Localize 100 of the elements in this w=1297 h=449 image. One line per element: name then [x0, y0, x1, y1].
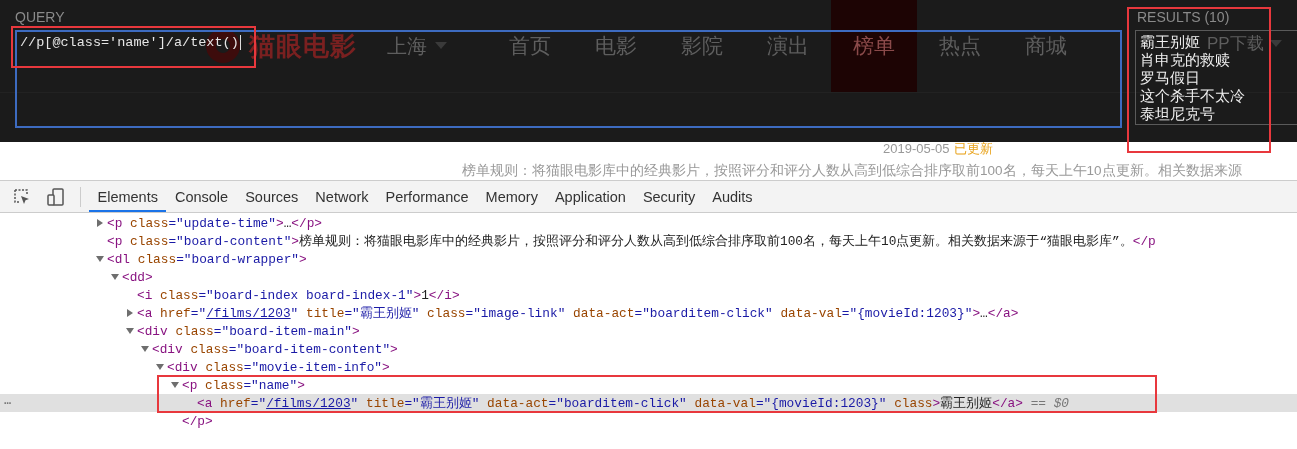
tag-name: </a>: [992, 395, 1023, 411]
tag-name: >: [390, 341, 398, 357]
expanded-arrow-icon[interactable]: [155, 362, 167, 372]
expanded-arrow-icon[interactable]: [125, 326, 137, 336]
attribute-value: ="{movieId:1203}": [755, 395, 887, 411]
attribute-value: ="board-content": [168, 233, 292, 249]
attribute-value: ="boarditem-click": [548, 395, 687, 411]
tag-name: </p>: [291, 215, 323, 231]
node-text: 榜单规则：将猫眼电影库中的经典影片，按照评分和评分人数从高到低综合排序取前100名，每天上午10点更新。相关数据来源于“猫眼电影库”。: [299, 232, 1133, 250]
tag-name: </p: [1132, 233, 1156, 249]
attribute-name: data-val: [693, 395, 756, 411]
attribute-name: class: [129, 215, 169, 231]
attribute-value: ="霸王别姬": [344, 304, 420, 322]
node-text: 1: [421, 287, 429, 303]
attribute-name: class: [426, 305, 466, 321]
devtools-tab[interactable]: Security: [634, 181, 704, 212]
attribute-name: title: [304, 305, 345, 321]
devtools-tab[interactable]: Audits: [703, 181, 762, 212]
devtools-tab[interactable]: Console: [166, 181, 237, 212]
expanded-arrow-icon[interactable]: [170, 380, 182, 390]
devtools-tab[interactable]: Memory: [477, 181, 547, 212]
result-item: 泰坦尼克号: [1140, 105, 1215, 123]
attribute-name: data-act: [486, 395, 549, 411]
attribute-value: ="image-link": [465, 305, 566, 321]
node-text: 霸王别姬: [940, 394, 993, 412]
attribute-value: ": [350, 395, 359, 411]
tag-name: <dd>: [122, 269, 153, 285]
expanded-arrow-icon[interactable]: [110, 272, 122, 282]
tag-name: >: [297, 377, 305, 393]
devtools-tab[interactable]: Elements: [89, 181, 167, 212]
attribute-value: ="name": [243, 377, 298, 393]
attribute-value: ="update-time": [168, 215, 276, 231]
expanded-arrow-icon[interactable]: [140, 344, 152, 354]
selected-row[interactable]: ⋯ <a href="/films/1203" title="霸王别姬" data-act="boarditem-click" data-val="{movieId:1203}" class>霸王别姬</a> == $0: [0, 394, 1297, 412]
attribute-name: class: [136, 251, 177, 267]
tag-name: <i: [137, 287, 153, 303]
tag-name: >: [299, 251, 307, 267]
tag-name: >: [275, 215, 284, 231]
tag-name: >: [413, 287, 422, 303]
node-text: …: [980, 305, 988, 321]
link[interactable]: /films/1203: [206, 305, 291, 321]
update-date: 2019-05-05: [883, 142, 950, 156]
tag-name: <a: [137, 305, 153, 321]
attribute-value: ="{movieId:1203}": [841, 305, 973, 321]
attribute-value: ="board-item-content": [228, 341, 391, 357]
attribute-name: title: [364, 395, 405, 411]
node-text: …: [283, 215, 292, 231]
query-text: //p[@class='name']/a/text(): [20, 35, 241, 51]
devtools-tab[interactable]: Performance: [377, 181, 478, 212]
devtools-tab[interactable]: Application: [546, 181, 635, 212]
attribute-value: ="board-wrapper": [176, 251, 299, 267]
result-item: 霸王别姬: [1140, 33, 1200, 51]
tag-name: >: [972, 305, 981, 321]
attribute-name: class: [204, 377, 244, 393]
caret-icon: [435, 42, 447, 50]
attribute-value: =": [250, 395, 267, 411]
query-label: QUERY: [15, 9, 65, 25]
attribute-name: class: [129, 233, 169, 249]
expanded-arrow-icon[interactable]: [95, 254, 107, 264]
attribute-value: ="boarditem-click": [634, 305, 773, 321]
selected-marker: == $0: [1029, 395, 1070, 411]
caret-icon: [1269, 39, 1282, 48]
tag-name: <div: [167, 359, 198, 375]
tag-name: <a: [197, 395, 213, 411]
attribute-name: class: [893, 395, 933, 411]
tag-name: </p>: [182, 413, 213, 429]
attribute-name: class: [159, 287, 199, 303]
result-item: 这个杀手不太冷: [1140, 87, 1245, 105]
attribute-name: class: [204, 359, 244, 375]
devtools-tab[interactable]: Sources: [236, 181, 307, 212]
attribute-name: class: [189, 341, 229, 357]
device-toolbar-icon[interactable]: [46, 186, 66, 207]
attribute-name: data-val: [779, 305, 842, 321]
devtools-tab[interactable]: Network: [306, 181, 378, 212]
attribute-value: =": [190, 305, 207, 321]
updated-label: 已更新: [953, 142, 993, 156]
tag-name: <p: [107, 233, 123, 249]
attribute-value: ="board-index board-index-1": [198, 287, 414, 303]
attribute-name: data-act: [572, 305, 635, 321]
tag-name: >: [932, 395, 941, 411]
tag-name: <dl: [107, 251, 131, 267]
results-label: RESULTS (10): [1137, 9, 1230, 25]
tag-name: >: [382, 359, 390, 375]
tag-name: </a>: [987, 305, 1019, 321]
tag-name: </i>: [428, 287, 460, 303]
attribute-value: ="霸王别姬": [404, 394, 480, 412]
board-rule-text: 榜单规则：将猫眼电影库中的经典影片，按照评分和评分人数从高到低综合排序取前100名，每天上午10点更新。相关数据来源: [462, 162, 1243, 180]
attribute-name: href: [159, 305, 191, 321]
tag-name: <div: [137, 323, 168, 339]
attribute-value: ": [290, 305, 299, 321]
attribute-name: href: [219, 395, 251, 411]
tag-name: >: [291, 233, 299, 249]
result-item: 罗马假日: [1140, 69, 1200, 87]
query-field[interactable]: [15, 30, 1122, 128]
tag-name: <p: [107, 215, 123, 231]
tag-name: <div: [152, 341, 183, 357]
result-item: 肖申克的救赎: [1140, 51, 1230, 69]
attribute-name: class: [174, 323, 214, 339]
attribute-value: ="movie-item-info": [243, 359, 383, 375]
link[interactable]: /films/1203: [266, 395, 351, 411]
